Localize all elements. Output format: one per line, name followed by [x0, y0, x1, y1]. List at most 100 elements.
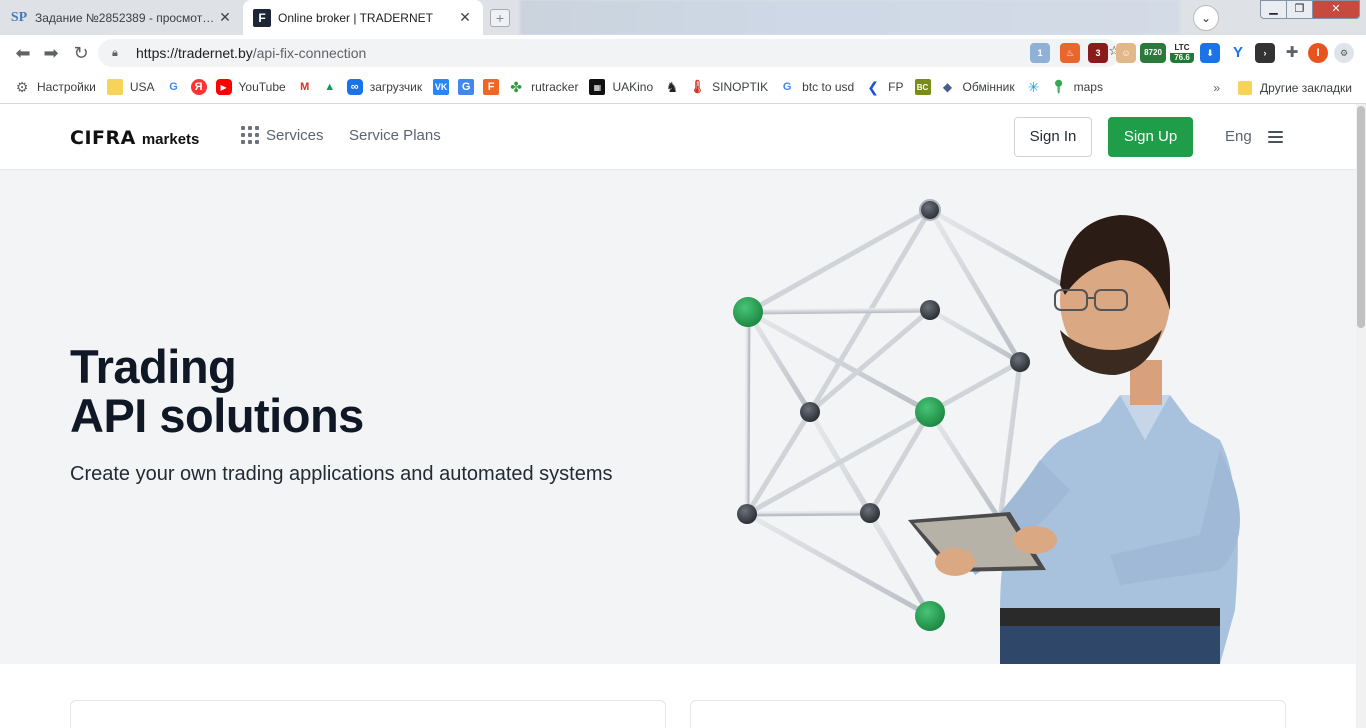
bc-icon: BC — [914, 79, 931, 95]
menu-gear-icon[interactable]: ⚙ — [1334, 43, 1354, 63]
window-close-button[interactable]: ✕ — [1312, 0, 1360, 19]
bookmark-vk[interactable]: VK — [433, 79, 450, 95]
profile-avatar[interactable]: I — [1308, 43, 1328, 63]
btc-price-extension-icon[interactable]: 8720 — [1140, 43, 1166, 63]
browser-tab-tradernet[interactable]: F Online broker | TRADERNET ✕ — [243, 0, 483, 35]
tab-title: Задание №2852389 - просмотр задания — [35, 10, 217, 25]
bookmark-rutracker[interactable]: ✤ rutracker — [508, 79, 578, 95]
grid-dots-icon — [241, 126, 259, 144]
hero-subtitle: Create your own trading applications and… — [70, 463, 613, 485]
bookmark-chess[interactable]: ♞ — [664, 79, 680, 95]
tab-search-icon[interactable]: ⌄ — [1193, 5, 1219, 31]
feature-card[interactable] — [70, 700, 666, 728]
bookmark-youtube[interactable]: ▶ YouTube — [215, 79, 286, 95]
hamburger-menu-icon[interactable] — [1268, 131, 1283, 143]
bookmark-translate[interactable]: G — [458, 79, 475, 95]
back-arrow-icon[interactable]: ⬅ — [12, 43, 34, 63]
fp-icon: ❮ — [867, 78, 880, 95]
page-viewport: CIFRA markets Services Service Plans Sig… — [0, 104, 1356, 728]
address-bar[interactable]: 🔒︎ https://tradernet.by/api-fix-connecti… — [98, 39, 1120, 67]
nav-service-plans[interactable]: Service Plans — [349, 127, 441, 144]
logo-sub: markets — [141, 131, 200, 148]
chess-icon: ♞ — [665, 78, 679, 95]
bookmark-sinoptik[interactable]: 🌡︎ SINOPTIK — [689, 79, 768, 95]
bookmark-bc[interactable]: BC — [914, 79, 931, 95]
bookmark-btc-to-usd[interactable]: Gbtc to usd — [779, 79, 854, 95]
browser-tab-task[interactable]: SP Задание №2852389 - просмотр задания ✕ — [0, 0, 243, 35]
page-scrollbar[interactable] — [1356, 104, 1366, 728]
bookmark-yandex[interactable]: Я — [190, 79, 207, 95]
url-path: /api-fix-connection — [252, 45, 367, 61]
vk-icon: VK — [433, 79, 450, 95]
download-extension-icon[interactable]: ⬇ — [1200, 43, 1220, 63]
bookmark-drive[interactable]: ▲ — [322, 79, 338, 95]
youtube-icon: ▶ — [215, 79, 232, 95]
bookmark-snowflake[interactable]: ✳ — [1026, 79, 1042, 95]
bookmark-downloader[interactable]: ∞ загрузчик — [346, 79, 422, 95]
face-extension-icon[interactable]: ☺ — [1116, 43, 1136, 63]
fire-extension-icon[interactable]: ♨ — [1060, 43, 1080, 63]
nav-services[interactable]: Services — [241, 126, 324, 144]
gear-icon: ⚙ — [15, 78, 29, 95]
other-bookmarks-folder[interactable]: Другие закладки — [1260, 81, 1352, 95]
terminal-extension-icon[interactable]: › — [1255, 43, 1275, 63]
thermometer-icon: 🌡︎ — [688, 79, 706, 94]
exchanger-icon: ◆ — [942, 80, 953, 94]
hero-title-line1: Trading — [70, 340, 237, 393]
close-tab-icon[interactable]: ✕ — [217, 9, 233, 26]
folder-icon — [106, 79, 123, 95]
rutracker-icon: ✤ — [510, 78, 522, 95]
bookmark-usa[interactable]: USA — [106, 79, 155, 95]
reload-icon[interactable]: ↻ — [70, 43, 92, 63]
bookmark-maps[interactable]: 📍︎ maps — [1050, 79, 1103, 95]
background-tabs-blurred — [520, 0, 1180, 35]
bookmark-exchanger[interactable]: ◆ Обмінник — [940, 79, 1015, 95]
window-maximize-button[interactable]: ❐ — [1286, 0, 1313, 19]
browser-toolbar: ⬅ ➡ ↻ 🔒︎ https://tradernet.by/api-fix-co… — [0, 35, 1366, 71]
bookmark-fp[interactable]: ❮ FP — [865, 79, 903, 95]
new-tab-button[interactable]: + — [490, 9, 510, 27]
sp-favicon-icon: SP — [10, 9, 28, 25]
site-header: CIFRA markets Services Service Plans Sig… — [0, 104, 1356, 170]
uakino-icon: ▦ — [589, 79, 606, 95]
scrollbar-thumb[interactable] — [1357, 106, 1365, 328]
translate-icon: G — [458, 79, 475, 95]
bookmark-google[interactable]: G — [166, 79, 182, 95]
lock-icon: 🔒︎ — [112, 46, 118, 59]
hero-illustration — [733, 199, 1240, 664]
vpn-extension-icon[interactable]: Y — [1228, 43, 1248, 63]
puzzle-extensions-icon[interactable]: ✚ — [1282, 43, 1302, 63]
url-host: https://tradernet.by — [136, 45, 253, 61]
weather-extension-icon[interactable]: 1 — [1030, 43, 1050, 63]
feature-card[interactable] — [690, 700, 1286, 728]
snowflake-icon: ✳ — [1027, 78, 1040, 95]
drive-icon: ▲ — [324, 81, 336, 93]
feature-cards — [0, 664, 1356, 728]
bookmark-f[interactable]: F — [483, 79, 500, 95]
language-selector[interactable]: Eng — [1225, 128, 1252, 145]
bookmark-gmail[interactable]: M — [297, 79, 313, 95]
maps-icon: 📍︎ — [1050, 79, 1067, 94]
cifra-markets-logo[interactable]: CIFRA markets — [70, 127, 199, 149]
sign-in-button[interactable]: Sign In — [1014, 117, 1092, 157]
ltc-price-extension-icon[interactable]: LTC 76.6 — [1170, 43, 1194, 63]
folder-icon — [1238, 80, 1253, 95]
hero-section: Trading API solutions Create your own tr… — [0, 170, 1356, 664]
sign-up-button[interactable]: Sign Up — [1108, 117, 1193, 157]
bookmark-settings[interactable]: ⚙ Настройки — [14, 79, 96, 95]
man-with-tablet-image — [908, 215, 1240, 664]
gmail-icon: M — [300, 81, 310, 93]
close-tab-icon[interactable]: ✕ — [457, 9, 473, 26]
more-bookmarks-chevron-icon[interactable]: » — [1213, 81, 1220, 95]
google-icon: G — [169, 81, 178, 93]
ublock-extension-icon[interactable]: 3 — [1088, 43, 1108, 63]
hero-title-line2: API solutions — [70, 389, 364, 442]
window-minimize-button[interactable]: ▁ — [1260, 0, 1287, 19]
yandex-icon: Я — [190, 79, 207, 95]
logo-brand: CIFRA — [70, 127, 136, 149]
forward-arrow-icon[interactable]: ➡ — [40, 43, 62, 63]
hero-title: Trading API solutions — [70, 342, 364, 440]
tradernet-favicon-icon: F — [253, 8, 271, 27]
f-icon: F — [483, 79, 500, 95]
bookmark-uakino[interactable]: ▦ UAKino — [589, 79, 653, 95]
